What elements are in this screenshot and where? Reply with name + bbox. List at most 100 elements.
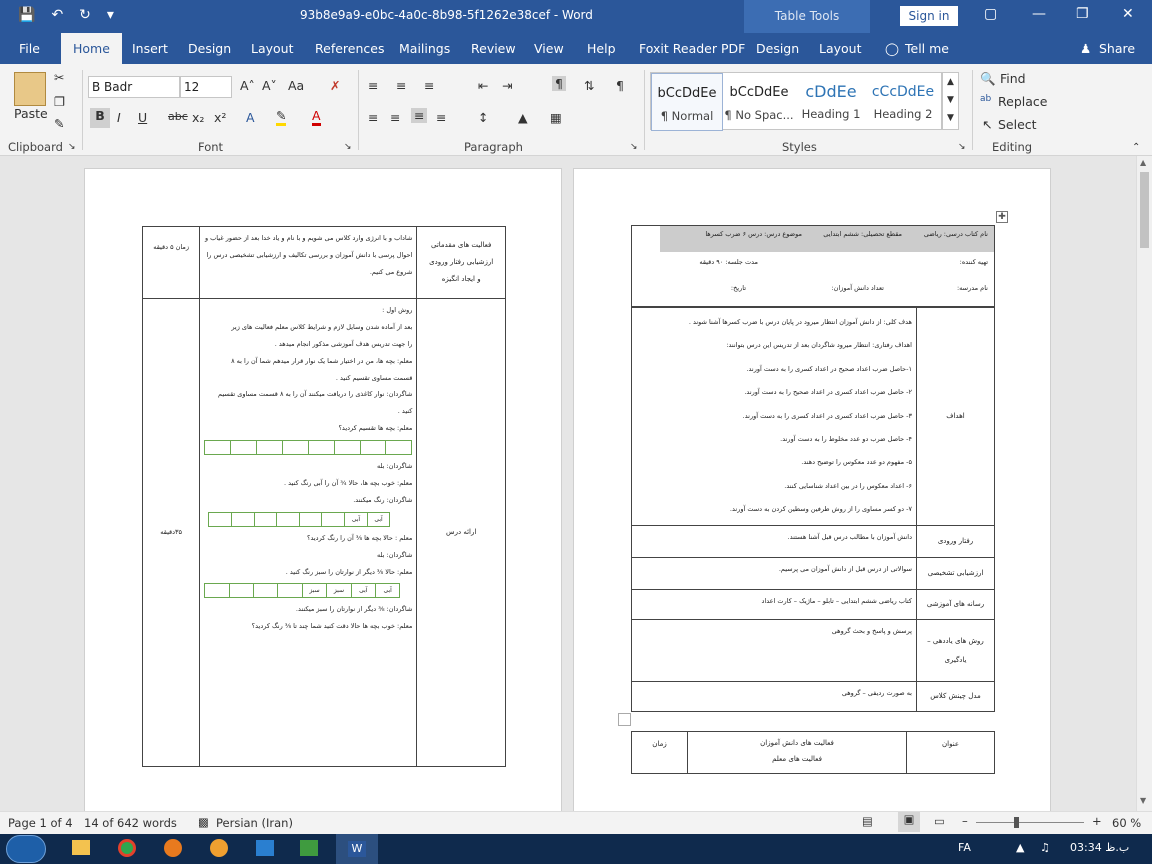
share-button[interactable]: Share (1099, 33, 1135, 64)
highlight-icon[interactable]: ✎ (276, 108, 287, 126)
shrink-font-icon[interactable]: A˅ (262, 78, 277, 93)
bold-button[interactable]: B (90, 108, 110, 128)
style-heading-1[interactable]: cDdEe Heading 1 (795, 73, 867, 131)
close-icon[interactable]: ✕ (1122, 6, 1134, 22)
font-launcher-icon[interactable]: ↘ (344, 142, 352, 152)
sort-icon[interactable]: ⇅ (584, 78, 594, 93)
archive-icon[interactable] (300, 840, 318, 856)
sign-in-button[interactable]: Sign in (900, 6, 958, 26)
clear-formatting-icon[interactable]: ✗ (330, 78, 340, 93)
cut-icon[interactable]: ✂ (54, 70, 64, 85)
proofing-icon[interactable]: ▩ (198, 815, 209, 829)
file-explorer-icon[interactable] (72, 840, 90, 855)
collapse-ribbon-icon[interactable]: ⌃ (1132, 142, 1140, 153)
print-layout-icon[interactable]: ▣ (898, 812, 920, 832)
replace-button[interactable]: Replace (998, 94, 1047, 109)
underline-button[interactable]: U (138, 110, 147, 125)
app-icon[interactable] (210, 839, 228, 857)
word-count[interactable]: 14 of 642 words (84, 816, 177, 830)
paste-icon[interactable] (14, 72, 46, 106)
tab-view[interactable]: View (534, 33, 564, 64)
language-indicator[interactable]: Persian (Iran) (216, 816, 293, 830)
tab-references[interactable]: References (315, 33, 384, 64)
font-color-icon[interactable]: A (312, 108, 321, 126)
borders-icon[interactable]: ▦ (550, 110, 562, 125)
numbering-icon[interactable]: ≡ (396, 78, 406, 93)
paste-button[interactable]: Paste (14, 106, 48, 121)
tell-me-search[interactable]: Tell me (905, 33, 949, 64)
tab-design[interactable]: Design (188, 33, 231, 64)
bullets-icon[interactable]: ≡ (368, 78, 378, 93)
strikethrough-button[interactable]: abc (168, 110, 188, 123)
tab-home[interactable]: Home (61, 33, 122, 64)
tab-layout[interactable]: Layout (251, 33, 294, 64)
style-heading-2[interactable]: cCcDdEe Heading 2 (867, 73, 939, 131)
page-count[interactable]: Page 1 of 4 (8, 816, 73, 830)
change-case-icon[interactable]: Aa (288, 78, 304, 93)
styles-launcher-icon[interactable]: ↘ (958, 142, 966, 152)
copy-icon[interactable]: ❐ (54, 94, 65, 109)
justify-icon[interactable]: ≡ (436, 110, 446, 125)
italic-button[interactable]: I (117, 110, 121, 125)
tab-file[interactable]: File (19, 33, 40, 64)
style-normal[interactable]: bCcDdEe ¶ Normal (651, 73, 723, 131)
tab-mailings[interactable]: Mailings (399, 33, 450, 64)
line-spacing-icon[interactable]: ↕ (478, 110, 488, 125)
scrollbar-thumb[interactable] (1140, 172, 1149, 248)
paragraph-launcher-icon[interactable]: ↘ (630, 142, 638, 152)
word-taskbar-button[interactable]: W (336, 834, 378, 864)
customize-qat-icon[interactable]: ▾ (107, 7, 114, 23)
font-name-box[interactable]: B Badr (88, 76, 180, 98)
vertical-scrollbar[interactable]: ▲ ▼ (1136, 156, 1152, 811)
superscript-button[interactable]: x² (214, 110, 226, 125)
scroll-up-icon[interactable]: ▲ (1140, 158, 1146, 167)
web-layout-icon[interactable]: ▭ (934, 814, 945, 828)
tab-table-layout[interactable]: Layout (819, 33, 862, 64)
zoom-out-icon[interactable]: – (962, 814, 968, 828)
subscript-button[interactable]: x₂ (192, 110, 204, 125)
table-move-handle-icon[interactable]: ✚ (996, 211, 1008, 223)
select-button[interactable]: Select (998, 117, 1037, 132)
tab-help[interactable]: Help (587, 33, 616, 64)
firefox-icon[interactable] (164, 839, 182, 857)
text-effects-icon[interactable]: A (246, 110, 255, 125)
maximize-icon[interactable]: ❐ (1076, 6, 1089, 22)
align-left-icon[interactable]: ≡ (411, 108, 428, 123)
tab-insert[interactable]: Insert (132, 33, 168, 64)
decrease-indent-icon[interactable]: ⇤ (478, 78, 488, 93)
multilevel-list-icon[interactable]: ≡ (424, 78, 434, 93)
rtl-direction-icon[interactable]: ¶ (552, 76, 566, 91)
foxit-icon[interactable] (256, 840, 274, 856)
tab-review[interactable]: Review (471, 33, 516, 64)
input-language-indicator[interactable]: FA (958, 841, 971, 854)
font-size-box[interactable]: 12 (180, 76, 232, 98)
align-right-icon[interactable]: ≡ (368, 110, 378, 125)
ribbon-display-icon[interactable]: ▢ (984, 6, 997, 22)
zoom-slider[interactable] (976, 822, 1084, 823)
zoom-level[interactable]: 60 % (1112, 816, 1141, 830)
clock[interactable]: 03:34 ب.ظ (1070, 841, 1129, 854)
tab-foxit-reader-pdf[interactable]: Foxit Reader PDF (639, 33, 745, 64)
tab-table-design[interactable]: Design (756, 33, 799, 64)
zoom-slider-thumb[interactable] (1014, 817, 1019, 828)
network-icon[interactable]: ▲ (1016, 841, 1024, 854)
redo-icon[interactable]: ↻ (79, 7, 91, 23)
chrome-icon[interactable] (118, 839, 136, 857)
scroll-down-icon[interactable]: ▼ (1140, 796, 1146, 805)
show-marks-icon[interactable]: ¶ (616, 78, 624, 93)
grow-font-icon[interactable]: A˄ (240, 78, 255, 93)
style-no-spacing[interactable]: bCcDdEe ¶ No Spac... (723, 73, 795, 131)
read-mode-icon[interactable]: ▤ (862, 814, 873, 828)
align-center-icon[interactable]: ≡ (390, 110, 400, 125)
zoom-in-icon[interactable]: + (1092, 814, 1102, 828)
minimize-icon[interactable]: — (1032, 6, 1046, 22)
format-painter-icon[interactable]: ✎ (54, 116, 64, 131)
start-button-icon[interactable] (6, 835, 46, 863)
volume-icon[interactable]: ♫ (1040, 841, 1050, 854)
clipboard-launcher-icon[interactable]: ↘ (68, 142, 76, 152)
shading-icon[interactable]: ▲ (518, 110, 528, 125)
styles-scroll[interactable]: ▲ ▼ ▼ (942, 72, 959, 130)
save-icon[interactable]: 💾 (18, 7, 35, 23)
find-button[interactable]: Find (1000, 71, 1026, 86)
undo-icon[interactable]: ↶ (51, 7, 63, 23)
